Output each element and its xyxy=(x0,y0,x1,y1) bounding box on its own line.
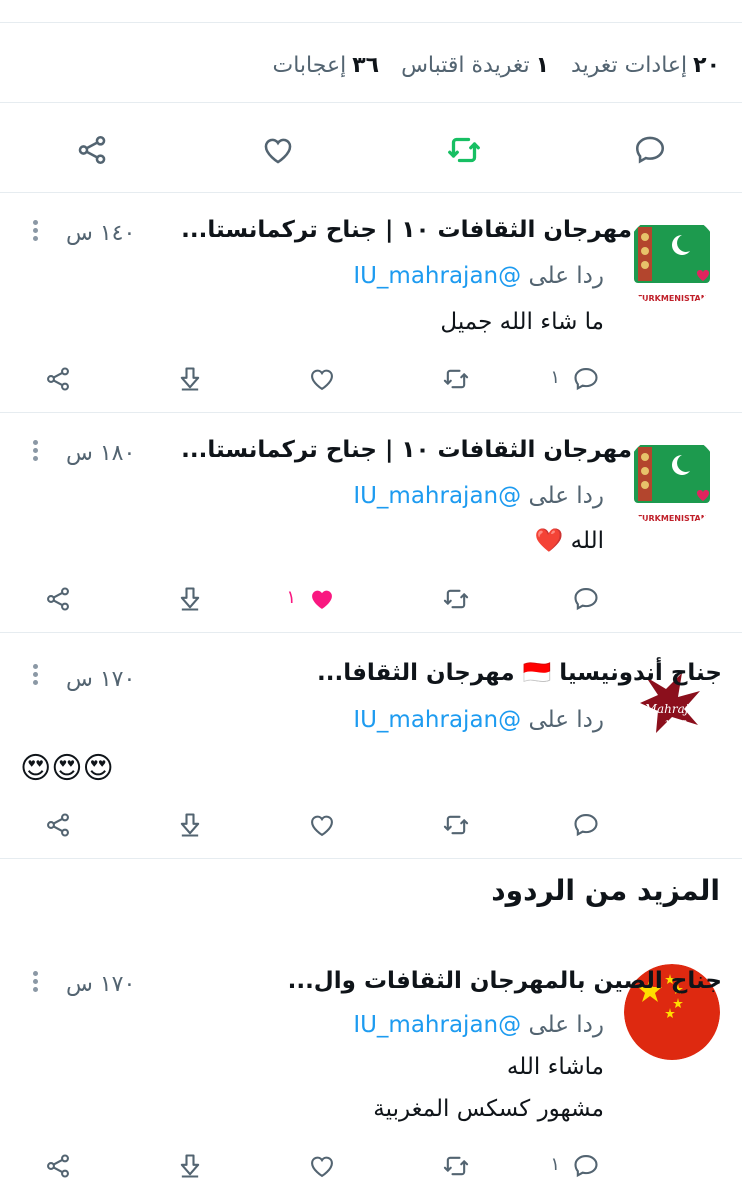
tweet-text: الله ❤️ xyxy=(534,528,604,554)
like-button[interactable] xyxy=(306,1150,338,1182)
reply-button[interactable] xyxy=(570,1150,602,1182)
tweet-text-line: ماشاء الله xyxy=(506,1054,604,1080)
retweet-icon xyxy=(446,132,482,168)
download-button[interactable] xyxy=(174,809,206,841)
more-options-icon[interactable] xyxy=(30,437,40,464)
retweet-button[interactable] xyxy=(440,583,472,615)
reply-icon xyxy=(633,133,667,167)
display-name[interactable]: جناح أندونيسيا 🇮🇩 مهرجان الثقافا... xyxy=(317,659,722,686)
tweet-text: 😍😍😍 xyxy=(20,751,114,786)
retweet-button[interactable] xyxy=(440,809,472,841)
divider xyxy=(0,102,742,103)
download-button[interactable] xyxy=(174,363,206,395)
reply-button[interactable] xyxy=(570,583,602,615)
replying-to: ردا على @IU_mahrajan xyxy=(353,263,604,289)
quotes-stat[interactable]: ١تغريدة اقتباس xyxy=(401,53,549,78)
more-options-icon[interactable] xyxy=(30,661,40,688)
share-button[interactable] xyxy=(42,809,74,841)
more-options-icon[interactable] xyxy=(30,217,40,244)
share-button[interactable] xyxy=(42,1150,74,1182)
share-button[interactable] xyxy=(42,583,74,615)
reply-tweet[interactable]: Mahrajan 1443 جناح أندونيسيا 🇮🇩 مهرجان ا… xyxy=(0,633,742,857)
reply-handle-link[interactable]: @IU_mahrajan xyxy=(353,483,521,509)
tweet-text-line: مشهور كسكس المغربية xyxy=(373,1096,604,1122)
display-name[interactable]: مهرجان الثقافات ١٠ | جناح تركمانستا... xyxy=(181,437,632,463)
download-button[interactable] xyxy=(174,1150,206,1182)
replying-to: ردا على @IU_mahrajan xyxy=(353,707,604,733)
tweet-actions: ١ xyxy=(0,577,742,621)
reply-button[interactable] xyxy=(570,363,602,395)
retweet-button[interactable] xyxy=(440,363,472,395)
likes-stat[interactable]: ٣٦إعجابات xyxy=(273,53,380,78)
like-count: ١ xyxy=(286,587,296,608)
tweet-actions: ١ xyxy=(0,1144,742,1188)
tweet-actions xyxy=(0,803,742,847)
share-icon xyxy=(75,133,109,167)
retweet-button[interactable] xyxy=(440,1150,472,1182)
share-button[interactable] xyxy=(42,363,74,395)
tweet-stats: ٢٠إعادات تغريد ١تغريدة اقتباس ٣٦إعجابات xyxy=(150,40,720,90)
svg-text:TURKMENISTAN: TURKMENISTAN xyxy=(637,514,708,523)
reply-count: ١ xyxy=(550,1154,560,1175)
retweet-button[interactable] xyxy=(444,130,484,170)
svg-text:1443: 1443 xyxy=(665,720,688,730)
tweet-actions: ١ xyxy=(0,357,742,401)
reply-handle-link[interactable]: @IU_mahrajan xyxy=(353,263,521,289)
like-button[interactable] xyxy=(306,363,338,395)
avatar[interactable]: TURKMENISTAN xyxy=(624,433,720,529)
tweet-action-bar xyxy=(0,120,742,180)
heart-icon xyxy=(261,133,295,167)
timestamp[interactable]: ١٧٠ س xyxy=(66,667,135,692)
reply-tweet[interactable]: TURKMENISTAN مهرجان الثقافات ١٠ | جناح ت… xyxy=(0,193,742,411)
reply-handle-link[interactable]: @IU_mahrajan xyxy=(353,707,521,733)
timestamp[interactable]: ١٤٠ س xyxy=(66,221,135,246)
replying-to: ردا على @IU_mahrajan xyxy=(353,483,604,509)
share-button[interactable] xyxy=(72,130,112,170)
timestamp[interactable]: ١٨٠ س xyxy=(66,441,135,466)
display-name[interactable]: جناح الصين بالمهرجان الثقافات وال... xyxy=(288,968,722,994)
display-name[interactable]: مهرجان الثقافات ١٠ | جناح تركمانستا... xyxy=(181,217,632,243)
reply-count: ١ xyxy=(550,367,560,388)
divider xyxy=(0,858,742,859)
reply-button[interactable] xyxy=(570,809,602,841)
reply-tweet[interactable]: جناح الصين بالمهرجان الثقافات وال... ١٧٠… xyxy=(0,940,742,1200)
replying-to: ردا على @IU_mahrajan xyxy=(353,1012,604,1038)
more-replies-heading: المزيد من الردود xyxy=(491,874,720,907)
like-button[interactable] xyxy=(306,809,338,841)
like-button-active[interactable] xyxy=(306,583,338,615)
like-button[interactable] xyxy=(258,130,298,170)
divider xyxy=(0,22,742,23)
tweet-text: ما شاء الله جميل xyxy=(440,309,604,335)
avatar[interactable]: TURKMENISTAN xyxy=(624,213,720,309)
download-button[interactable] xyxy=(174,583,206,615)
avatar-logo-text: Mahrajan xyxy=(644,702,704,716)
retweets-stat[interactable]: ٢٠إعادات تغريد xyxy=(571,53,720,78)
svg-text:TURKMENISTAN: TURKMENISTAN xyxy=(637,294,708,303)
reply-button[interactable] xyxy=(630,130,670,170)
timestamp[interactable]: ١٧٠ س xyxy=(66,972,135,997)
more-options-icon[interactable] xyxy=(30,968,40,995)
reply-handle-link[interactable]: @IU_mahrajan xyxy=(353,1012,521,1038)
reply-tweet[interactable]: TURKMENISTAN مهرجان الثقافات ١٠ | جناح ت… xyxy=(0,413,742,631)
